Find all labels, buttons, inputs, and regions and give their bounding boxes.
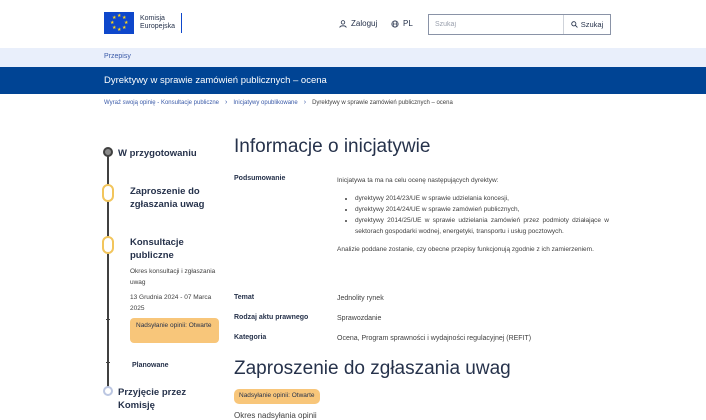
language-selector[interactable]: PL [391,19,413,28]
search-button[interactable]: Szukaj [563,15,610,34]
ec-logo[interactable]: ★ ★ ★ ★ ★ ★ ★ ★ Komisja Europejska [104,12,183,34]
stage-marker-icon [102,236,114,254]
chevron-right-icon: › [303,99,307,106]
consultation-period-dates: 13 Grudnia 2024 - 07 Marca 2025 [130,294,212,312]
page-banner: Dyrektywy w sprawie zamówień publicznych… [0,67,706,94]
initiative-timeline: W przygotowaniu Zaproszenie do zgłaszani… [102,140,228,420]
eu-flag-icon: ★ ★ ★ ★ ★ ★ ★ ★ [104,12,134,34]
search-button-label: Szukaj [580,20,604,29]
list-item: dyrektywy 2014/24/UE w sprawie zamówień … [355,204,609,215]
list-item: dyrektywy 2014/25/UE w sprawie udzielani… [355,215,609,237]
topic-label: Temat [234,294,255,301]
stage-in-preparation[interactable]: W przygotowaniu [118,147,197,160]
lang-label: PL [403,19,413,28]
consultation-period-label: Okres konsultacji i zgłaszania uwag [130,268,216,286]
act-type-value: Sprawozdanie [337,315,382,322]
stage-marker-icon [102,184,114,202]
stage-dot-icon [103,386,113,396]
logo-divider [181,13,183,33]
login-label: Zaloguj [351,19,378,28]
stage-public-consultation[interactable]: Konsultacje publiczne [130,236,220,262]
category-label: Kategoria [234,334,267,341]
directive-list: dyrektywy 2014/23/UE w sprawie udzielani… [355,193,609,237]
logo-text: Komisja Europejska [140,15,176,30]
stage-planned[interactable]: Planowane [132,359,169,372]
breadcrumb-item-consultations[interactable]: Wyraź swoją opinię - Konsultacje publicz… [104,100,219,106]
feedback-period-label: Okres nadsyłania opinii [234,411,317,420]
search-input[interactable] [429,15,563,34]
stage-commission-adoption[interactable]: Przyjęcie przez Komisję [118,386,218,412]
breadcrumb: Wyraź swoją opinię - Konsultacje publicz… [104,99,453,106]
page-title: Dyrektywy w sprawie zamówień publicznych… [104,75,327,86]
summary-outro: Analizie poddane zostanie, czy obecne pr… [337,246,594,253]
search-box: Szukaj [428,14,611,35]
stage-call-for-evidence[interactable]: Zaproszenie do zgłaszania uwag [130,185,220,211]
status-badge: Nadsyłanie opinii: Otwarte [234,389,320,404]
login-link[interactable]: Zaloguj [339,19,377,28]
timeline-tick [106,319,110,320]
chevron-right-icon: › [225,99,228,106]
summary-text: Inicjatywa ta ma na celu ocenę następują… [337,175,609,255]
stage-dot-icon [103,147,113,157]
status-badge: Nadsyłanie opinii: Otwarte [130,318,219,343]
summary-label: Podsumowanie [234,175,286,182]
subnav-link-przepisy[interactable]: Przepisy [104,53,131,60]
summary-intro: Inicjatywa ta ma na celu ocenę następują… [337,177,499,184]
breadcrumb-item-initiatives[interactable]: Inicjatywy opublikowane [233,100,297,106]
section-heading-initiative-info: Informacje o inicjatywie [234,136,431,157]
sub-navigation: Przepisy [0,48,706,67]
timeline-tick [106,362,110,363]
user-icon [339,19,347,28]
category-value: Ocena, Program sprawności i wydajności r… [337,335,532,342]
site-header: ★ ★ ★ ★ ★ ★ ★ ★ Komisja Europejska Zalog… [0,0,706,48]
globe-icon [391,19,399,28]
breadcrumb-item-current: Dyrektywy w sprawie zamówień publicznych… [312,99,453,106]
section-heading-call-for-evidence: Zaproszenie do zgłaszania uwag [234,358,511,379]
topic-value: Jednolity rynek [337,295,384,302]
act-type-label: Rodzaj aktu prawnego [234,314,309,321]
list-item: dyrektywy 2014/23/UE w sprawie udzielani… [355,193,609,204]
search-icon [571,21,578,28]
